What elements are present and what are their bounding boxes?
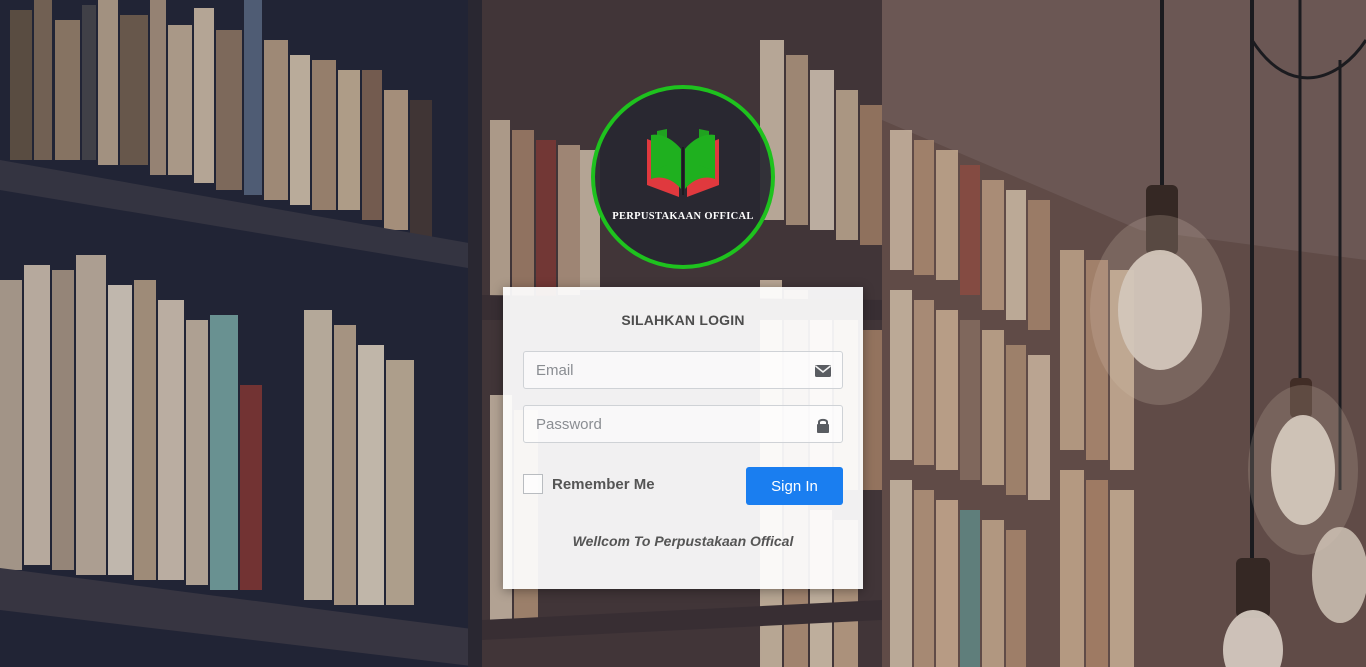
email-input[interactable] [524, 352, 804, 388]
remember-me[interactable]: Remember Me [523, 473, 655, 495]
login-title: SILAHKAN LOGIN [621, 312, 745, 328]
password-field [523, 405, 843, 443]
open-book-icon [647, 129, 719, 197]
envelope-icon [815, 365, 831, 377]
login-card: SILAHKAN LOGIN Remember Me Sign In Wellc… [503, 287, 863, 589]
welcome-text: Wellcom To Perpustakaan Offical [572, 533, 794, 549]
email-field [523, 351, 843, 389]
remember-checkbox[interactable] [523, 474, 543, 494]
lock-icon [817, 418, 829, 433]
sign-in-button[interactable]: Sign In [746, 467, 843, 505]
remember-label: Remember Me [552, 475, 655, 493]
library-logo: PERPUSTAKAAN OFFICAL [591, 85, 775, 269]
logo-text: PERPUSTAKAAN OFFICAL [612, 211, 754, 222]
password-input[interactable] [524, 406, 804, 442]
